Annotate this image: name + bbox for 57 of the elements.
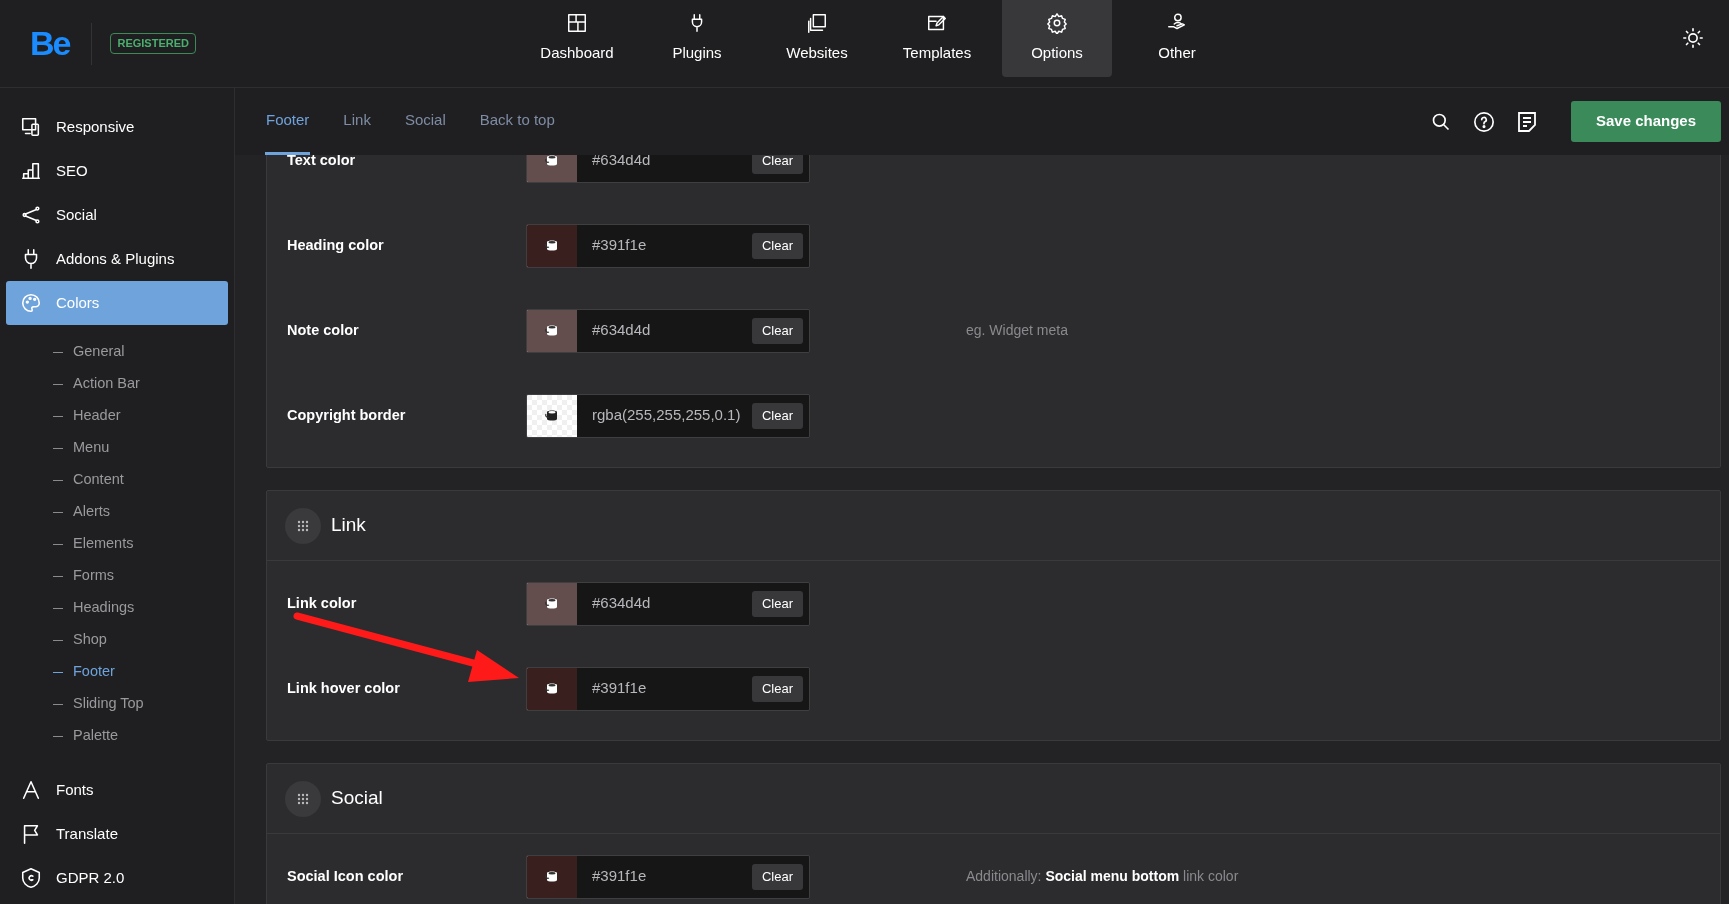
save-changes-button[interactable]: Save changes: [1571, 101, 1721, 142]
sidebar-item[interactable]: Addons & Plugins: [6, 237, 228, 281]
gear-icon: [1046, 12, 1068, 35]
sidebar-subitem[interactable]: Action Bar: [0, 368, 234, 400]
sidebar-subitem[interactable]: Footer: [0, 656, 234, 688]
sidebar-subitem[interactable]: Shop: [0, 624, 234, 656]
sidebar-subitem[interactable]: Sliding Top: [0, 688, 234, 720]
sidebar-subitem[interactable]: Alerts: [0, 496, 234, 528]
dashboard-icon: [566, 12, 588, 35]
logo[interactable]: Be: [30, 18, 70, 69]
field-label: Copyright border: [287, 405, 407, 425]
nav-tab[interactable]: Websites: [762, 0, 872, 77]
nav-tab[interactable]: Dashboard: [522, 0, 632, 77]
sidebar-subitem[interactable]: Header: [0, 400, 234, 432]
letter-a-icon: [20, 779, 42, 801]
help-icon[interactable]: [1473, 110, 1495, 133]
nav-tab[interactable]: Options: [1002, 0, 1112, 77]
bar-chart-icon: [20, 160, 42, 182]
section-title: Link: [331, 513, 366, 538]
sidebar-item[interactable]: Translate: [6, 812, 228, 856]
subnav-tab[interactable]: Link: [342, 88, 372, 155]
devices-icon: [20, 116, 42, 138]
nav-tab[interactable]: Other: [1122, 0, 1232, 77]
field-label: Note color: [287, 320, 360, 340]
sidebar-subitem[interactable]: General: [0, 336, 234, 368]
field-label: Social Icon color: [287, 866, 405, 886]
sidebar-item[interactable]: GDPR 2.0: [6, 856, 228, 900]
nav-tab[interactable]: Templates: [882, 0, 992, 77]
field-label: Link color: [287, 593, 358, 613]
search-icon[interactable]: [1431, 111, 1451, 132]
field-hint: Additionally: Social menu bottom link color: [966, 867, 1239, 886]
copies-icon: [806, 12, 828, 35]
subnav-tab[interactable]: Back to top: [478, 88, 556, 155]
grid-dots-icon[interactable]: [285, 780, 321, 817]
sidebar-item[interactable]: Responsive: [6, 105, 228, 149]
sidebar-item[interactable]: SEO: [6, 149, 228, 193]
registered-badge: REGISTERED: [110, 33, 196, 54]
grid-dots-icon[interactable]: [285, 507, 321, 544]
share-icon: [20, 204, 42, 226]
subnav-tab[interactable]: Social: [403, 88, 447, 155]
sidebar-subitem[interactable]: Content: [0, 464, 234, 496]
sidebar-item[interactable]: Social: [6, 193, 228, 237]
sidebar-subitem[interactable]: Palette: [0, 720, 234, 752]
sidebar-subitem[interactable]: Elements: [0, 528, 234, 560]
notes-icon[interactable]: [1517, 110, 1537, 133]
sidebar-item[interactable]: Fonts: [6, 768, 228, 812]
palette-icon: [20, 292, 42, 314]
nav-tab[interactable]: Plugins: [642, 0, 752, 77]
shield-icon: [20, 867, 42, 889]
theme-toggle-icon[interactable]: [1682, 27, 1704, 49]
section-title: Social: [331, 786, 383, 811]
sidebar-subitem[interactable]: Forms: [0, 560, 234, 592]
field-hint: eg. Widget meta: [966, 321, 1068, 340]
sidebar-subitem[interactable]: Menu: [0, 432, 234, 464]
sidebar-subitem[interactable]: Headings: [0, 592, 234, 624]
field-label: Link hover color: [287, 678, 401, 698]
field-label: Heading color: [287, 235, 385, 255]
